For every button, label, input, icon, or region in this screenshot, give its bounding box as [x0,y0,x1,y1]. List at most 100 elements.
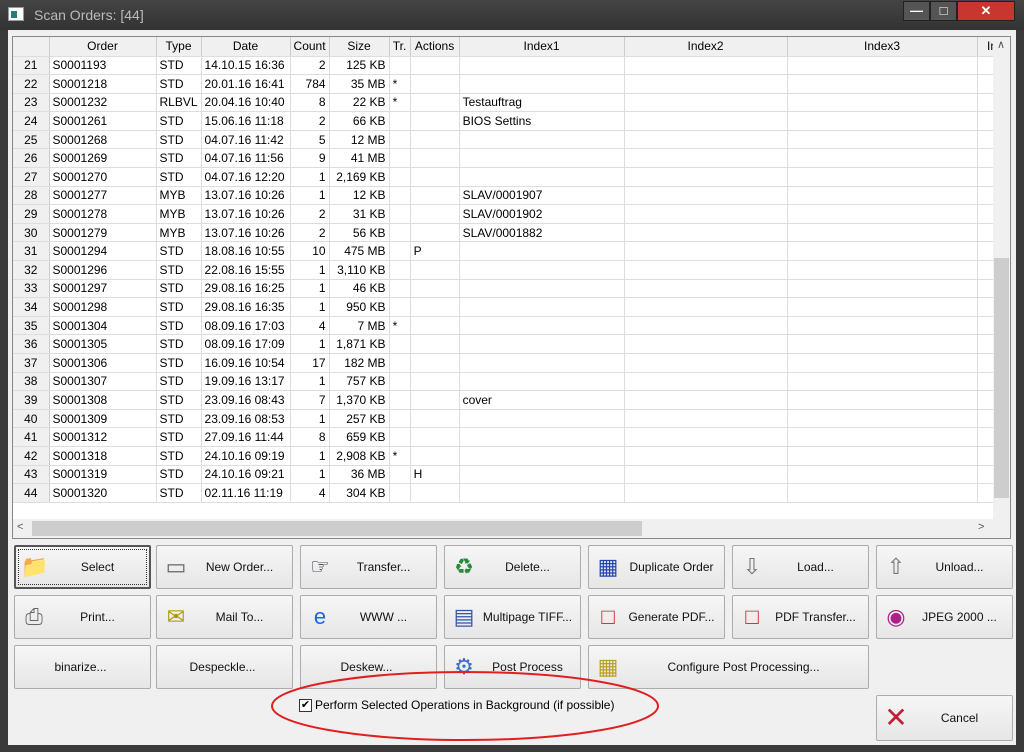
cell[interactable]: 22.08.16 15:55 [201,260,291,280]
column-header[interactable]: Actions [410,37,460,57]
jpeg-2000-button[interactable]: ◉ JPEG 2000 ... [876,595,1013,639]
cell[interactable]: 24.10.16 09:21 [201,465,291,485]
cell[interactable]: 1 [290,279,330,299]
cell[interactable]: BIOS Settins [459,111,625,131]
cell[interactable] [459,316,625,336]
horizontal-scroll-thumb[interactable] [32,521,642,536]
cell[interactable] [624,279,788,299]
cell[interactable] [787,93,978,113]
cell[interactable]: STD [156,390,202,410]
cell[interactable]: 1 [290,465,330,485]
cell[interactable]: STD [156,446,202,466]
cell[interactable] [624,390,788,410]
column-header[interactable]: Index2 [624,37,788,57]
close-button[interactable]: ✕ [957,1,1015,21]
cell[interactable] [389,334,411,354]
cell[interactable]: 182 MB [329,353,390,373]
cell[interactable] [787,372,978,392]
cell[interactable]: 14.10.15 16:36 [201,56,291,76]
maximize-button[interactable]: □ [930,1,957,21]
minimize-button[interactable]: — [903,1,930,21]
multipage-tiff-button[interactable]: ▤ Multipage TIFF... [444,595,581,639]
cell[interactable] [389,204,411,224]
cell[interactable]: S0001320 [49,483,157,503]
cell[interactable] [624,223,788,243]
cell[interactable] [410,223,460,243]
cell[interactable]: S0001278 [49,204,157,224]
select-button[interactable]: 📁 Select [14,545,151,589]
cell[interactable]: STD [156,56,202,76]
cell[interactable] [389,483,411,503]
cell[interactable] [389,223,411,243]
cell[interactable]: MYB [156,223,202,243]
row-number[interactable]: 39 [13,390,50,410]
cell[interactable] [410,297,460,317]
cell[interactable] [459,409,625,429]
cell[interactable]: 1 [290,372,330,392]
cell[interactable] [787,111,978,131]
row-number[interactable]: 33 [13,279,50,299]
cell[interactable]: 257 KB [329,409,390,429]
column-header[interactable]: Index3 [787,37,978,57]
column-header[interactable]: Type [156,37,202,57]
cell[interactable] [624,260,788,280]
cell[interactable]: 35 MB [329,74,390,94]
row-number[interactable]: 41 [13,427,50,447]
cell[interactable]: 04.07.16 12:20 [201,167,291,187]
row-number[interactable]: 42 [13,446,50,466]
cell[interactable]: 1 [290,260,330,280]
cell[interactable] [787,483,978,503]
cell[interactable]: 4 [290,316,330,336]
cell[interactable]: 8 [290,427,330,447]
cell[interactable]: 2 [290,204,330,224]
cell[interactable] [624,111,788,131]
configure-post-processing-button[interactable]: ▦ Configure Post Processing... [588,645,869,689]
cell[interactable] [787,56,978,76]
table-row[interactable]: 27 S0001270 STD 04.07.16 12:20 1 2,169 KB [13,167,1008,187]
cell[interactable]: P [410,241,460,262]
row-number[interactable]: 22 [13,74,50,94]
cell[interactable]: 08.09.16 17:09 [201,334,291,354]
cell[interactable] [410,372,460,392]
column-header[interactable]: Date [201,37,291,57]
row-number[interactable]: 25 [13,130,50,150]
cell[interactable]: 13.07.16 10:26 [201,204,291,224]
cell[interactable]: 20.01.16 16:41 [201,74,291,94]
cell[interactable]: 18.08.16 10:55 [201,241,291,262]
cell[interactable]: 27.09.16 11:44 [201,427,291,447]
row-number[interactable]: 36 [13,334,50,354]
cell[interactable]: STD [156,465,202,485]
cell[interactable]: S0001297 [49,279,157,299]
row-number[interactable]: 29 [13,204,50,224]
cell[interactable] [389,148,411,169]
cell[interactable] [787,204,978,224]
cell[interactable]: 31 KB [329,204,390,224]
table-row[interactable]: 29 S0001278 MYB 13.07.16 10:26 2 31 KB SLAV/00… [13,204,1008,224]
cell[interactable]: 66 KB [329,111,390,131]
cell[interactable]: 950 KB [329,297,390,317]
cell[interactable] [410,130,460,150]
row-number[interactable]: 34 [13,297,50,317]
column-header[interactable]: Tr. [389,37,411,57]
cell[interactable] [410,353,460,373]
table-row[interactable]: 26 S0001269 STD 04.07.16 11:56 9 41 MB [13,148,1008,169]
cell[interactable]: S0001304 [49,316,157,336]
cell[interactable]: 7 [290,390,330,410]
cell[interactable] [459,446,625,466]
cell[interactable] [624,334,788,354]
cell[interactable]: STD [156,427,202,447]
cell[interactable] [624,372,788,392]
cell[interactable] [389,186,411,206]
orders-grid[interactable]: Order Type Date Count Size Tr. Actions Index1 In… [12,36,1011,539]
cell[interactable]: 659 KB [329,427,390,447]
cell[interactable]: 1,370 KB [329,390,390,410]
cell[interactable] [389,130,411,150]
cell[interactable] [787,148,978,169]
cell[interactable]: 1 [290,186,330,206]
cell[interactable] [787,316,978,336]
cell[interactable]: 08.09.16 17:03 [201,316,291,336]
row-number[interactable]: 28 [13,186,50,206]
cell[interactable] [410,316,460,336]
cell[interactable] [410,93,460,113]
cell[interactable] [787,446,978,466]
